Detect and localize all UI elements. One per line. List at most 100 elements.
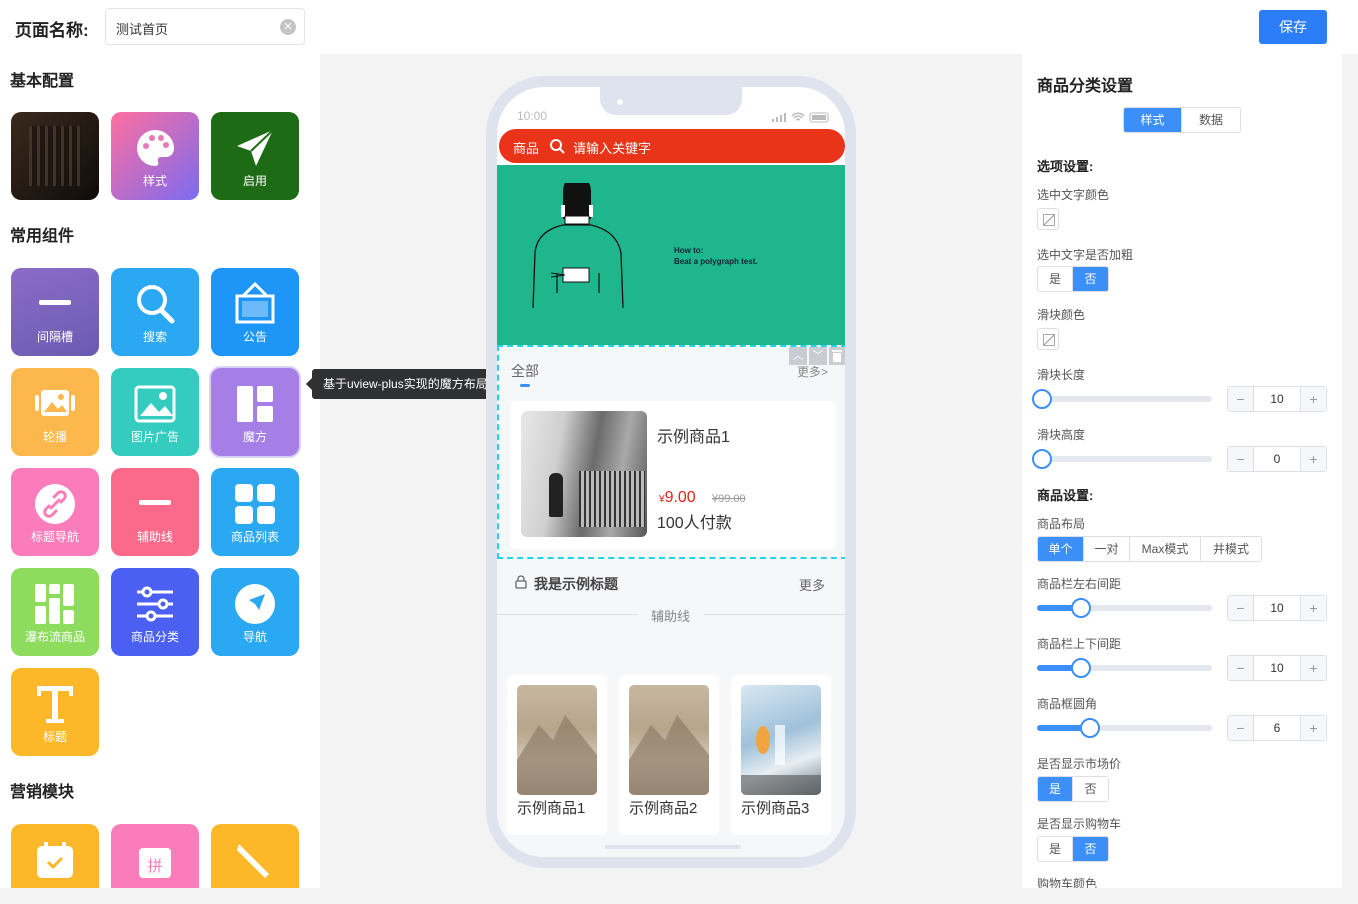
goods-card[interactable]: 示例商品1 xyxy=(507,675,607,835)
stepper-value[interactable]: 10 xyxy=(1254,596,1300,620)
decrement-icon[interactable]: − xyxy=(1228,596,1254,620)
component-carousel[interactable]: 轮播 xyxy=(11,368,99,456)
market-price-no[interactable]: 否 xyxy=(1073,777,1108,801)
goods-radius-slider[interactable] xyxy=(1037,718,1212,738)
goods-tb-margin-stepper[interactable]: −10 + xyxy=(1227,655,1327,681)
decrement-icon[interactable]: − xyxy=(1228,716,1254,740)
magic-cube-tooltip: 基于uview-plus实现的魔方布局 xyxy=(306,369,505,399)
component-search[interactable]: 搜索 xyxy=(111,268,199,356)
slider-color-label: 滑块颜色 xyxy=(1037,308,1086,322)
slider-knob[interactable] xyxy=(1071,598,1091,618)
stepper-value[interactable]: 0 xyxy=(1254,447,1300,471)
tab-style[interactable]: 样式 xyxy=(1124,108,1182,132)
title-more-link[interactable]: 更多 xyxy=(799,575,825,594)
slider-knob[interactable] xyxy=(1032,389,1052,409)
goods-lr-margin-stepper[interactable]: −10 + xyxy=(1227,595,1327,621)
component-label: 公告 xyxy=(242,330,267,344)
component-panel: 基本配置 样式 启用 常用组件 间隔槽 搜索 公告 轮播 图片广告 魔方 标题导… xyxy=(0,54,320,888)
decrement-icon[interactable]: − xyxy=(1228,447,1254,471)
group-buy-icon: 拼 xyxy=(139,847,171,878)
save-button[interactable]: 保存 xyxy=(1259,10,1327,44)
bold-yes[interactable]: 是 xyxy=(1038,267,1073,291)
basic-item-style[interactable]: 样式 xyxy=(111,112,199,200)
goods-layout-label: 商品布局 xyxy=(1037,517,1086,531)
bold-no[interactable]: 否 xyxy=(1073,267,1108,291)
goods-lr-margin-label: 商品栏左右间距 xyxy=(1037,577,1122,591)
increment-icon[interactable]: + xyxy=(1300,447,1326,471)
slider-length-slider[interactable] xyxy=(1032,389,1212,409)
goods-card[interactable]: 示例商品3 xyxy=(731,675,831,835)
marketing-item-bargain[interactable] xyxy=(211,824,299,888)
slider-color-picker[interactable] xyxy=(1037,328,1059,350)
basic-item-background[interactable] xyxy=(11,112,99,200)
component-navigation[interactable]: 导航 xyxy=(211,568,299,656)
notice-board-icon xyxy=(235,282,275,324)
product-image xyxy=(521,411,647,537)
goods-card[interactable]: 示例商品2 xyxy=(619,675,719,835)
component-image-ad[interactable]: 图片广告 xyxy=(111,368,199,456)
settings-tabs: 样式 数据 xyxy=(1123,107,1241,133)
basic-item-enable[interactable]: 启用 xyxy=(211,112,299,200)
stepper-value[interactable]: 6 xyxy=(1254,716,1300,740)
delete-icon[interactable] xyxy=(829,347,845,365)
increment-icon[interactable]: + xyxy=(1300,656,1326,680)
increment-icon[interactable]: + xyxy=(1300,387,1326,411)
marketing-item-signin[interactable] xyxy=(11,824,99,888)
goods-lr-margin-slider[interactable] xyxy=(1037,598,1212,618)
phone-search-bar[interactable]: 商品 请输入关键字 xyxy=(499,129,845,163)
layout-max[interactable]: Max模式 xyxy=(1130,537,1201,561)
calendar-check-icon xyxy=(37,842,73,878)
component-waterfall-goods[interactable]: 瀑布流商品 xyxy=(11,568,99,656)
marketing-item-group-buy[interactable]: 拼 xyxy=(111,824,199,888)
decrement-icon[interactable]: − xyxy=(1228,656,1254,680)
slider-height-slider[interactable] xyxy=(1032,449,1212,469)
layout-pair[interactable]: 一对 xyxy=(1084,537,1130,561)
goods-name: 示例商品2 xyxy=(629,800,698,817)
component-divider[interactable]: 辅助线 xyxy=(111,468,199,556)
clear-icon[interactable]: ✕ xyxy=(280,19,296,35)
selected-text-color-picker[interactable] xyxy=(1037,208,1059,230)
goods-tb-margin-slider[interactable] xyxy=(1037,658,1212,678)
market-price-yes[interactable]: 是 xyxy=(1038,777,1073,801)
tab-data[interactable]: 数据 xyxy=(1182,108,1240,132)
basic-item-label: 启用 xyxy=(242,174,267,188)
component-magic-cube[interactable]: 魔方 xyxy=(211,368,299,456)
stepper-value[interactable]: 10 xyxy=(1254,387,1300,411)
goods-image xyxy=(517,685,597,795)
product-card[interactable]: 示例商品1 ¥9.00 ¥99.00 100人付款 xyxy=(510,401,836,549)
component-goods-category[interactable]: 商品分类 xyxy=(111,568,199,656)
marketing-title: 营销模块 xyxy=(10,784,75,801)
slider-height-stepper[interactable]: −0 + xyxy=(1227,446,1327,472)
decrement-icon[interactable]: − xyxy=(1228,387,1254,411)
page-name-value[interactable]: 测试首页 xyxy=(116,19,168,38)
show-market-price-label: 是否显示市场价 xyxy=(1037,757,1122,771)
slider-knob[interactable] xyxy=(1080,718,1100,738)
increment-icon[interactable]: + xyxy=(1300,596,1326,620)
component-spacer[interactable]: 间隔槽 xyxy=(11,268,99,356)
slider-knob[interactable] xyxy=(1071,658,1091,678)
option-settings-heading: 选项设置: xyxy=(1037,159,1094,174)
component-title[interactable]: 标题 xyxy=(11,668,99,756)
stepper-value[interactable]: 10 xyxy=(1254,656,1300,680)
common-components-title: 常用组件 xyxy=(10,228,75,245)
show-cart-toggle: 是 否 xyxy=(1037,836,1109,862)
banner-image[interactable]: How to: Beat a polygraph test. xyxy=(497,165,845,345)
page-name-input[interactable]: 测试首页 ✕ xyxy=(105,8,305,45)
slider-length-stepper[interactable]: −10 + xyxy=(1227,386,1327,412)
layout-single[interactable]: 单个 xyxy=(1038,537,1084,561)
cart-no[interactable]: 否 xyxy=(1073,837,1108,861)
goods-category-block[interactable]: ︿ ﹀ 全部 更多> 示例商品1 ¥9.00 ¥99.00 100人付款 xyxy=(497,345,845,559)
component-title-nav[interactable]: 标题导航 xyxy=(11,468,99,556)
selected-text-bold-toggle: 是 否 xyxy=(1037,266,1109,292)
carousel-icon xyxy=(35,390,75,416)
category-more-link[interactable]: 更多> xyxy=(797,363,828,380)
goods-radius-stepper[interactable]: −6 + xyxy=(1227,715,1327,741)
slider-knob[interactable] xyxy=(1032,449,1052,469)
increment-icon[interactable]: + xyxy=(1300,716,1326,740)
component-label: 搜索 xyxy=(142,330,167,344)
component-notice[interactable]: 公告 xyxy=(211,268,299,356)
cart-yes[interactable]: 是 xyxy=(1038,837,1073,861)
layout-grid[interactable]: 井模式 xyxy=(1201,537,1261,561)
component-goods-list[interactable]: 商品列表 xyxy=(211,468,299,556)
category-tab-all[interactable]: 全部 xyxy=(511,361,539,381)
